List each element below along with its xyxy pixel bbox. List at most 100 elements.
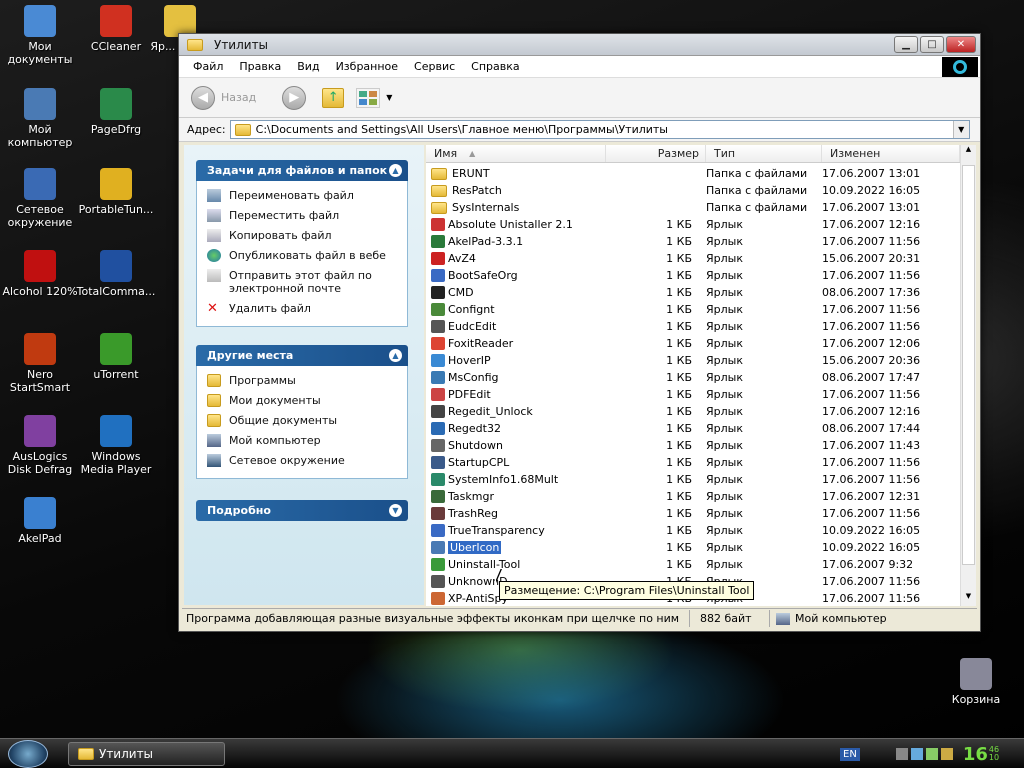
documents-folder-icon [207, 394, 221, 407]
tray-app-icon[interactable] [895, 748, 908, 760]
table-row[interactable]: HoverIP 1 КБ Ярлык 15.06.2007 20:36 [426, 352, 960, 369]
table-row[interactable]: UberIcon 1 КБ Ярлык 10.09.2022 16:05 [426, 539, 960, 556]
file-name-cell: PDFEdit [426, 388, 598, 401]
back-arrow-icon[interactable]: ◀ [191, 85, 215, 110]
menu-file[interactable]: Файл [185, 60, 231, 73]
expand-chevron-icon[interactable]: ▼ [389, 504, 402, 517]
desktop-icon-my-documents[interactable]: Мои документы [0, 5, 80, 66]
table-row[interactable]: TrueTransparency 1 КБ Ярлык 10.09.2022 16:0… [426, 522, 960, 539]
desktop-icon-totalcommander[interactable]: TotalComma... [76, 250, 156, 298]
desktop-icon-akelpad[interactable]: AkelPad [0, 497, 80, 545]
menu-tools[interactable]: Сервис [406, 60, 463, 73]
table-row[interactable]: EudcEdit 1 КБ Ярлык 17.06.2007 11:56 [426, 318, 960, 335]
tray-tool-icon[interactable] [940, 748, 953, 760]
scroll-up-icon[interactable]: ▲ [961, 145, 976, 159]
forward-arrow-icon[interactable]: ▶ [282, 85, 307, 110]
menu-edit[interactable]: Правка [231, 60, 289, 73]
desktop-icon-alcohol[interactable]: Alcohol 120% [0, 250, 80, 298]
file-size: 1 КБ [666, 473, 692, 486]
desktop-icon-nero[interactable]: Nero StartSmart [0, 333, 80, 394]
views-icon[interactable] [356, 87, 381, 108]
title-bar[interactable]: Утилиты ▁ □ ✕ [179, 34, 980, 56]
table-row[interactable]: SystemInfo1.68Mult 1 КБ Ярлык 17.06.2007 11… [426, 471, 960, 488]
table-row[interactable]: CMD 1 КБ Ярлык 08.06.2007 17:36 [426, 284, 960, 301]
collapse-chevron-icon[interactable]: ▲ [389, 164, 402, 177]
table-row[interactable]: TrashReg 1 КБ Ярлык 17.06.2007 11:56 [426, 505, 960, 522]
table-row[interactable]: SysInternals Папка с файлами 17.06.2007 13… [426, 199, 960, 216]
desktop-icon-utorrent[interactable]: uTorrent [76, 333, 156, 381]
task-move[interactable]: Переместить файл [207, 209, 407, 222]
table-row[interactable]: Absolute Unistaller 2.1 1 КБ Ярлык 17.06.20… [426, 216, 960, 233]
table-row[interactable]: Uninstall-Tool 1 КБ Ярлык 17.06.2007 9:32 [426, 556, 960, 573]
table-row[interactable]: AvZ4 1 КБ Ярлык 15.06.2007 20:31 [426, 250, 960, 267]
clock-hour[interactable]: 16 [963, 744, 988, 765]
tray-icons[interactable] [895, 748, 953, 760]
table-row[interactable]: MsConfig 1 КБ Ярлык 08.06.2007 17:47 [426, 369, 960, 386]
file-name: TrueTransparency [448, 524, 545, 537]
file-size: 1 КБ [666, 371, 692, 384]
table-row[interactable]: Shutdown 1 КБ Ярлык 17.06.2007 11:43 [426, 437, 960, 454]
desktop-icon-network-places[interactable]: Сетевое окружение [0, 168, 80, 229]
back-button-label[interactable]: Назад [221, 91, 256, 104]
desktop-icon-label: Мой компьютер [7, 123, 73, 149]
scroll-thumb[interactable] [962, 165, 975, 565]
tray-volume-icon[interactable] [925, 748, 938, 760]
table-row[interactable]: Taskmgr 1 КБ Ярлык 17.06.2007 12:31 [426, 488, 960, 505]
tray-network-icon[interactable] [910, 748, 923, 760]
address-input[interactable]: C:\Documents and Settings\All Users\Глав… [229, 120, 970, 139]
minimize-button[interactable]: ▁ [894, 36, 918, 53]
task-email[interactable]: Отправить этот файл по электронной почте [207, 269, 407, 295]
table-row[interactable]: ERUNT Папка с файлами 17.06.2007 13:01 [426, 165, 960, 182]
menu-favorites[interactable]: Избранное [328, 60, 406, 73]
task-rename[interactable]: Переименовать файл [207, 189, 407, 202]
desktop-icon-recycle-bin[interactable]: Корзина [936, 658, 1016, 706]
table-row[interactable]: Regedit_Unlock 1 КБ Ярлык 17.06.2007 12:16 [426, 403, 960, 420]
task-delete[interactable]: ✕ Удалить файл [207, 302, 407, 315]
table-row[interactable]: Regedt32 1 КБ Ярлык 08.06.2007 17:44 [426, 420, 960, 437]
desktop-icon-portabletun[interactable]: PortableTun... [76, 168, 156, 216]
menu-view[interactable]: Вид [289, 60, 327, 73]
desktop-icon-auslogics[interactable]: AusLogics Disk Defrag [0, 415, 80, 476]
column-type[interactable]: Тип [706, 145, 822, 162]
other-places-header[interactable]: Другие места ▲ [196, 345, 408, 366]
scroll-down-icon[interactable]: ▼ [961, 592, 976, 606]
vertical-scrollbar[interactable]: ▲ ▼ [960, 145, 976, 606]
file-tasks-header[interactable]: Задачи для файлов и папок ▲ [196, 160, 408, 181]
column-date[interactable]: Изменен [822, 145, 960, 162]
table-row[interactable]: Confignt 1 КБ Ярлык 17.06.2007 11:56 [426, 301, 960, 318]
collapse-chevron-icon[interactable]: ▲ [389, 349, 402, 362]
place-label: Программы [229, 374, 296, 387]
table-row[interactable]: FoxitReader 1 КБ Ярлык 17.06.2007 12:06 [426, 335, 960, 352]
task-copy[interactable]: Копировать файл [207, 229, 407, 242]
task-publish[interactable]: Опубликовать файл в вебе [207, 249, 407, 262]
place-label: Общие документы [229, 414, 338, 427]
desktop-icon-pagedfrg[interactable]: PageDfrg [76, 88, 156, 136]
table-row[interactable]: ResPatch Папка с файлами 10.09.2022 16:05 [426, 182, 960, 199]
column-size[interactable]: Размер [606, 145, 706, 162]
views-dropdown-icon[interactable]: ▼ [386, 93, 392, 102]
start-button[interactable] [8, 740, 48, 768]
address-dropdown-icon[interactable]: ▼ [952, 121, 969, 138]
desktop-icon-label: Корзина [951, 693, 1001, 706]
table-row[interactable]: StartupCPL 1 КБ Ярлык 17.06.2007 11:56 [426, 454, 960, 471]
taskbar-item-utilities[interactable]: Утилиты [68, 742, 225, 766]
desktop-icon-media-player[interactable]: Windows Media Player [76, 415, 156, 476]
close-button[interactable]: ✕ [946, 36, 976, 53]
place-shared-documents[interactable]: Общие документы [207, 414, 407, 427]
menu-help[interactable]: Справка [463, 60, 527, 73]
up-folder-icon[interactable]: ↑ [322, 87, 345, 108]
details-header[interactable]: Подробно ▼ [196, 500, 408, 521]
file-name-cell: EudcEdit [426, 320, 598, 333]
place-network[interactable]: Сетевое окружение [207, 454, 407, 467]
maximize-button[interactable]: □ [920, 36, 944, 53]
table-row[interactable]: BootSafeOrg 1 КБ Ярлык 17.06.2007 11:56 [426, 267, 960, 284]
column-name[interactable]: Имя ▲ [426, 145, 606, 162]
place-my-documents[interactable]: Мои документы [207, 394, 407, 407]
place-my-computer[interactable]: Мой компьютер [207, 434, 407, 447]
table-row[interactable]: AkelPad-3.3.1 1 КБ Ярлык 17.06.2007 11:56 [426, 233, 960, 250]
table-row[interactable]: PDFEdit 1 КБ Ярлык 17.06.2007 11:56 [426, 386, 960, 403]
desktop-icon-my-computer[interactable]: Мой компьютер [0, 88, 80, 149]
language-indicator[interactable]: EN [840, 747, 860, 761]
place-programs[interactable]: Программы [207, 374, 407, 387]
file-name-cell: TrashReg [426, 507, 598, 520]
